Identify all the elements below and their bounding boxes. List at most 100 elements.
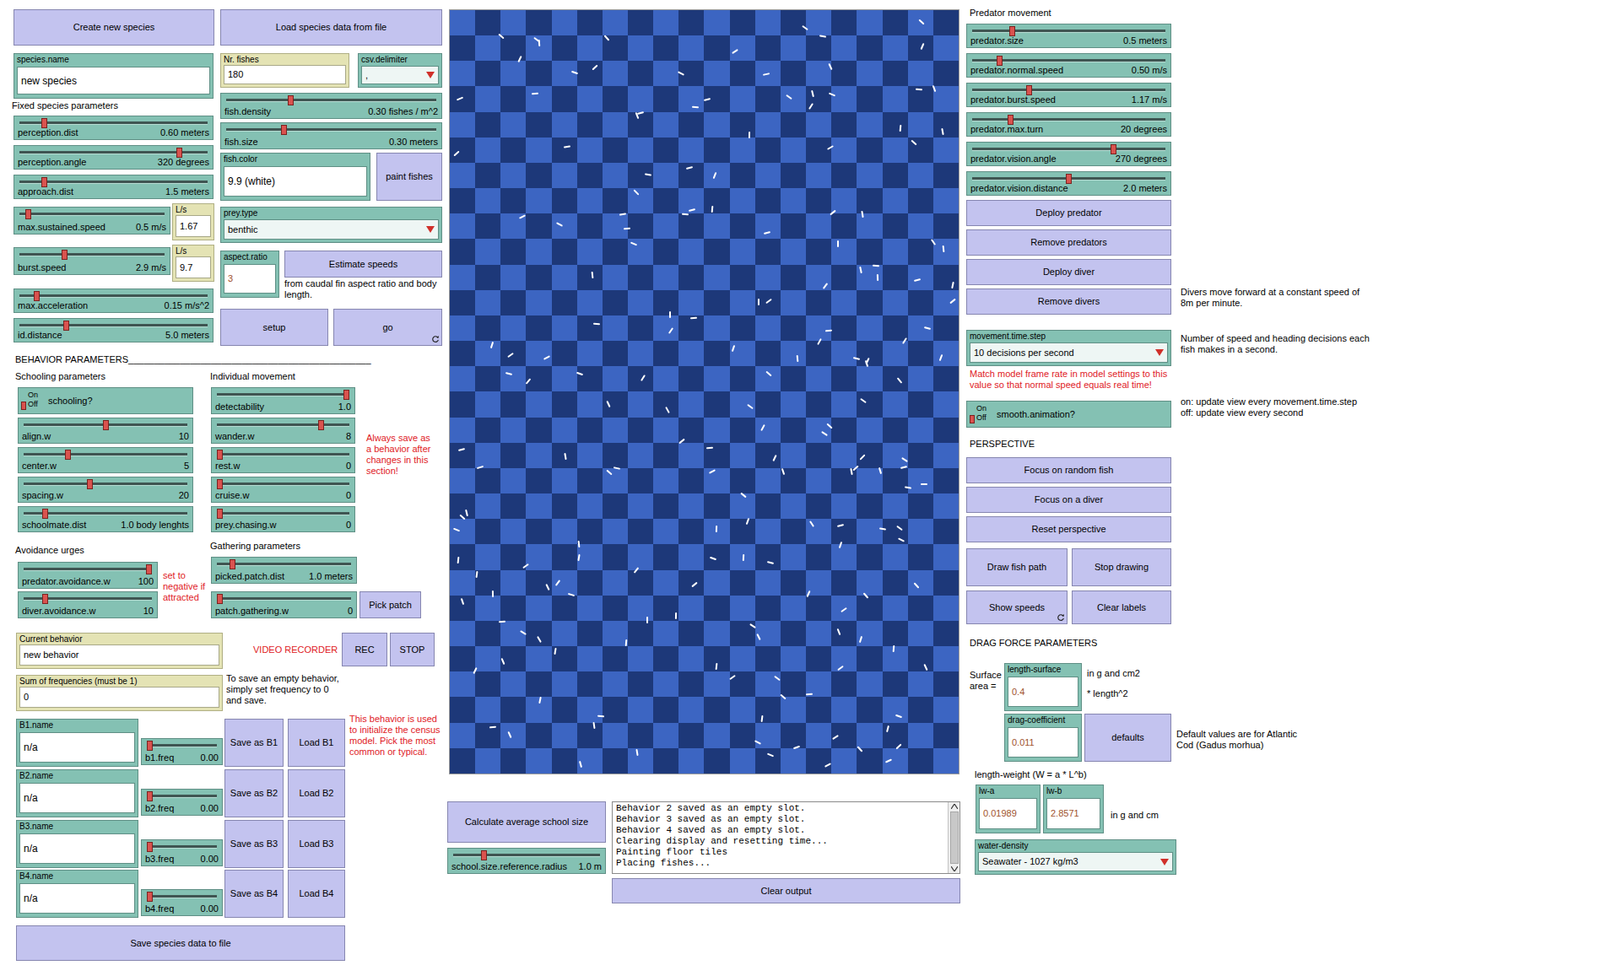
slider-track[interactable] <box>146 891 217 903</box>
input-field[interactable]: B1.namen/a <box>16 718 139 768</box>
button[interactable]: Draw fish path <box>966 548 1068 587</box>
input-box[interactable]: n/a <box>19 883 136 914</box>
button[interactable]: Save as B3 <box>224 820 284 869</box>
slider-knob[interactable] <box>216 479 223 490</box>
slider-knob[interactable] <box>42 508 49 519</box>
input-field[interactable]: fish.color9.9 (white) <box>220 152 371 201</box>
slider-track[interactable] <box>972 85 1166 96</box>
button[interactable]: STOP <box>389 632 435 667</box>
button[interactable]: Save species data to file <box>16 925 346 962</box>
slider-knob[interactable] <box>287 95 294 106</box>
button[interactable]: Calculate average school size <box>447 801 606 844</box>
button[interactable]: Reset perspective <box>966 516 1172 543</box>
scrollbar[interactable] <box>947 802 960 874</box>
slider-knob[interactable] <box>481 850 487 861</box>
button[interactable]: Pick patch <box>359 591 422 619</box>
slider-knob[interactable] <box>216 594 223 605</box>
scroll-up-icon[interactable] <box>951 804 958 810</box>
scroll-down-icon[interactable] <box>951 866 958 872</box>
slider-knob[interactable] <box>33 291 40 302</box>
slider-track[interactable] <box>216 594 352 605</box>
slider-knob[interactable] <box>146 842 153 853</box>
slider-track[interactable] <box>972 55 1166 66</box>
input-box[interactable]: 0.01989 <box>978 798 1038 830</box>
slider[interactable]: diver.avoidance.w10 <box>17 591 158 619</box>
chooser-box[interactable]: benthic <box>223 219 439 240</box>
slider-track[interactable] <box>19 209 165 220</box>
slider-knob[interactable] <box>216 508 223 519</box>
button[interactable]: Stop drawing <box>1071 548 1172 587</box>
slider[interactable]: predator.vision.distance2.0 meters <box>966 171 1172 196</box>
slider-track[interactable] <box>216 508 350 519</box>
input-field[interactable]: B3.namen/a <box>16 820 139 869</box>
slider[interactable]: predator.avoidance.w100 <box>17 562 158 590</box>
slider-knob[interactable] <box>229 559 236 570</box>
input-box[interactable]: n/a <box>19 732 136 763</box>
slider-track[interactable] <box>972 26 1166 37</box>
slider-knob[interactable] <box>1007 114 1014 125</box>
slider-knob[interactable] <box>146 791 153 802</box>
slider-knob[interactable] <box>102 420 109 431</box>
slider[interactable]: predator.burst.speed1.17 m/s <box>966 82 1172 108</box>
slider-knob[interactable] <box>145 564 152 575</box>
slider[interactable]: wander.w8 <box>210 417 356 444</box>
slider[interactable]: patch.gathering.w0 <box>210 591 357 619</box>
slider[interactable]: b2.freq0.00 <box>140 789 223 817</box>
output-area[interactable]: Behavior 2 saved as an empty slot.Behavi… <box>611 801 961 875</box>
slider[interactable]: predator.normal.speed0.50 m/s <box>966 53 1172 78</box>
slider-track[interactable] <box>453 850 600 861</box>
slider-track[interactable] <box>972 173 1166 184</box>
button[interactable]: Deploy predator <box>966 200 1172 227</box>
slider[interactable]: b1.freq0.00 <box>140 738 223 766</box>
button[interactable]: Remove divers <box>966 288 1172 315</box>
slider-knob[interactable] <box>41 177 48 188</box>
slider-knob[interactable] <box>63 320 70 331</box>
slider-knob[interactable] <box>1009 26 1016 37</box>
input-field[interactable]: aspect.ratio3 <box>220 250 280 298</box>
input-box[interactable]: 9.9 (white) <box>223 166 368 197</box>
input-box[interactable]: 0.4 <box>1007 676 1079 708</box>
input-box[interactable]: 0.011 <box>1007 727 1079 758</box>
input-box[interactable]: 3 <box>223 264 276 294</box>
slider-knob[interactable] <box>343 389 350 400</box>
slider-track[interactable] <box>216 389 350 400</box>
slider-track[interactable] <box>972 144 1166 155</box>
slider-track[interactable] <box>146 740 217 752</box>
slider-track[interactable] <box>23 594 152 605</box>
slider[interactable]: b3.freq0.00 <box>140 839 223 867</box>
slider-knob[interactable] <box>1110 144 1117 155</box>
slider[interactable]: prey.chasing.w0 <box>210 506 356 533</box>
chooser[interactable]: water-densitySeawater - 1027 kg/m3 <box>974 839 1177 876</box>
slider[interactable]: predator.size0.5 meters <box>966 23 1172 49</box>
slider-knob[interactable] <box>318 420 325 431</box>
input-box[interactable]: new species <box>16 66 211 95</box>
slider[interactable]: center.w5 <box>17 447 194 474</box>
slider-track[interactable] <box>23 449 188 460</box>
chooser-box[interactable]: 10 decisions per second <box>969 342 1168 363</box>
slider-track[interactable] <box>23 508 188 519</box>
slider[interactable]: max.acceleration0.15 m/s^2 <box>13 288 214 314</box>
chooser[interactable]: csv.delimiter, <box>357 53 443 88</box>
button[interactable]: Clear output <box>611 878 961 904</box>
button[interactable]: Deploy diver <box>966 259 1172 286</box>
slider-track[interactable] <box>216 449 350 460</box>
slider-track[interactable] <box>216 479 350 490</box>
slider-track[interactable] <box>19 177 208 188</box>
slider[interactable]: fish.density0.30 fishes / m^2 <box>220 92 443 119</box>
slider-knob[interactable] <box>996 55 1003 66</box>
input-field[interactable]: drag-coefficient0.011 <box>1004 713 1082 763</box>
slider[interactable]: b4.freq0.00 <box>140 889 223 917</box>
input-field[interactable]: lw-b2.8571 <box>1043 784 1104 834</box>
scroll-thumb[interactable] <box>950 811 959 865</box>
button[interactable]: Estimate speeds <box>284 250 443 278</box>
button[interactable]: setup <box>220 308 329 346</box>
slider[interactable]: align.w10 <box>17 417 194 444</box>
button[interactable]: Load B2 <box>287 769 346 818</box>
button[interactable]: paint fishes <box>376 152 443 201</box>
button[interactable]: Load B1 <box>287 718 346 768</box>
button[interactable]: Load species data from file <box>220 9 443 46</box>
button[interactable]: Load B4 <box>287 870 346 919</box>
slider[interactable]: schoolmate.dist1.0 body lenghts <box>17 506 194 533</box>
button[interactable]: Remove predators <box>966 229 1172 256</box>
slider[interactable]: approach.dist1.5 meters <box>13 174 214 200</box>
